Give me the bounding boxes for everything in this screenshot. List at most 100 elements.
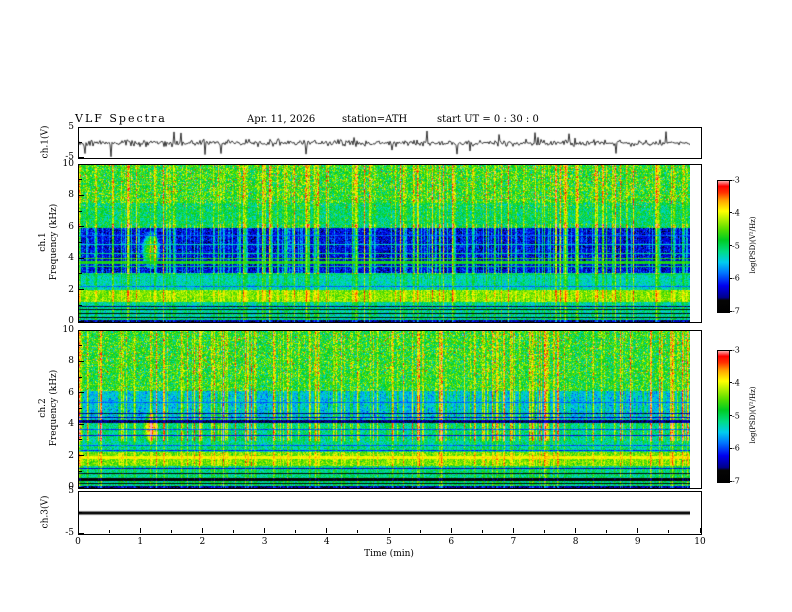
ch2-frequency-axis-text: Frequency (kHz) <box>49 369 59 447</box>
ch1-colorbar <box>717 180 730 313</box>
ch1-waveform-plot <box>79 128 690 158</box>
y-tick-label: 10 <box>62 325 74 335</box>
y-tick-mark <box>79 490 84 492</box>
x-tick-label: 0 <box>75 537 81 547</box>
y-minor-tick-mark <box>79 511 82 513</box>
ch1-frequency-axis-channel: ch.1 <box>38 232 49 252</box>
y-minor-tick-mark <box>79 470 82 472</box>
ch1-colorbar-label: log(PSD)(V²/Hz) <box>749 216 757 274</box>
colorbar-tick-mark <box>729 480 732 482</box>
x-tick-mark <box>326 528 328 533</box>
x-minor-tick-mark <box>233 530 234 533</box>
ch2-frequency-axis-channel: ch.2 <box>38 398 49 418</box>
y-tick-mark <box>79 226 84 228</box>
x-tick-label: 3 <box>261 537 268 547</box>
colorbar-tick-label: -4 <box>732 208 740 218</box>
x-minor-tick-mark <box>170 530 172 533</box>
y-tick-mark <box>79 257 84 259</box>
y-tick-mark <box>79 455 84 457</box>
y-tick-mark <box>79 156 84 158</box>
ch1-spectrogram-panel <box>78 164 702 323</box>
x-minor-tick-mark <box>544 530 545 533</box>
y-tick-mark <box>79 289 84 291</box>
y-minor-tick-mark <box>79 439 82 441</box>
y-tick-label: 8 <box>68 190 74 201</box>
x-tick-mark <box>637 528 639 533</box>
x-tick-label: 2 <box>199 537 206 547</box>
colorbar-tick-label: -4 <box>732 378 740 388</box>
ch3-waveform-plot <box>79 492 690 534</box>
colorbar-tick-label: -6 <box>732 273 740 283</box>
ch1-frequency-axis-text: Frequency (kHz) <box>49 203 59 281</box>
ch2-spectrogram-panel <box>78 330 702 489</box>
y-tick-mark <box>79 486 84 488</box>
y-tick-mark <box>79 320 84 322</box>
y-tick-mark <box>79 360 84 362</box>
x-tick-label: 5 <box>386 537 392 547</box>
ch2-spectrogram-plot <box>79 331 690 488</box>
colorbar-tick-label: -5 <box>732 241 740 250</box>
colorbar-tick-mark <box>729 310 732 312</box>
y-tick-label: 5 <box>68 122 74 132</box>
colorbar-tick-label: -3 <box>732 175 740 185</box>
x-tick-mark <box>450 528 452 533</box>
y-tick-label: 6 <box>68 221 74 232</box>
colorbar-tick-label: -6 <box>732 443 740 453</box>
y-tick-label: 4 <box>68 253 74 264</box>
y-minor-tick-mark <box>79 345 82 347</box>
x-minor-tick-mark <box>668 530 670 533</box>
time-axis-label: Time (min) <box>364 549 414 559</box>
x-minor-tick-mark <box>295 530 297 533</box>
colorbar-tick-mark <box>729 447 732 449</box>
x-tick-label: 8 <box>572 537 579 547</box>
colorbar-tick-mark <box>729 415 732 416</box>
y-tick-label: 10 <box>62 159 74 169</box>
colorbar-tick-mark <box>729 179 732 181</box>
x-minor-tick-mark <box>606 530 608 533</box>
y-minor-tick-mark <box>79 141 82 143</box>
x-minor-tick-mark <box>108 530 110 533</box>
y-tick-label: 5 <box>68 486 74 496</box>
y-minor-tick-mark <box>79 273 82 275</box>
x-minor-tick-mark <box>481 530 483 533</box>
colorbar-tick-mark <box>729 349 732 351</box>
x-tick-label: 10 <box>694 537 706 547</box>
y-tick-label: 2 <box>68 450 74 461</box>
ch1-voltage-axis-label: ch.1(V) <box>40 125 51 159</box>
start-ut-label: start UT = 0 : 30 : 0 <box>437 114 539 125</box>
figure-title: VLF Spectra <box>75 112 167 125</box>
ch2-colorbar-label: log(PSD)(V²/Hz) <box>749 386 757 444</box>
y-minor-tick-mark <box>79 179 82 181</box>
station-label: station=ATH <box>342 114 408 125</box>
colorbar-tick-label: -7 <box>732 306 740 316</box>
y-minor-tick-mark <box>79 304 82 306</box>
colorbar-tick-mark <box>729 382 732 384</box>
y-tick-mark <box>79 392 84 394</box>
y-tick-mark <box>79 423 84 425</box>
x-tick-label: 7 <box>510 537 517 547</box>
date-label: Apr. 11, 2026 <box>247 114 316 125</box>
y-tick-label: 6 <box>68 387 74 398</box>
ch2-colorbar <box>717 350 730 483</box>
y-tick-mark <box>79 126 84 128</box>
y-minor-tick-mark <box>79 408 82 409</box>
ch1-spectrogram-plot <box>79 165 690 322</box>
ch3-waveform-panel <box>78 491 702 535</box>
colorbar-tick-label: -3 <box>732 345 740 355</box>
x-tick-label: 4 <box>323 537 330 547</box>
x-tick-mark <box>139 528 141 533</box>
x-tick-mark <box>201 528 203 533</box>
colorbar-tick-mark <box>729 212 732 214</box>
colorbar-tick-label: -7 <box>732 476 740 486</box>
x-tick-mark <box>575 528 577 533</box>
y-minor-tick-mark <box>79 210 82 212</box>
x-tick-mark <box>699 528 701 533</box>
ch3-voltage-axis-label: ch.3(V) <box>40 495 51 529</box>
y-tick-mark <box>79 194 84 196</box>
y-tick-mark <box>79 329 84 331</box>
y-tick-label: -5 <box>65 528 74 538</box>
x-tick-label: 1 <box>137 537 144 547</box>
x-tick-mark <box>264 528 266 533</box>
x-tick-mark <box>77 528 79 533</box>
y-tick-label: 4 <box>68 419 74 430</box>
